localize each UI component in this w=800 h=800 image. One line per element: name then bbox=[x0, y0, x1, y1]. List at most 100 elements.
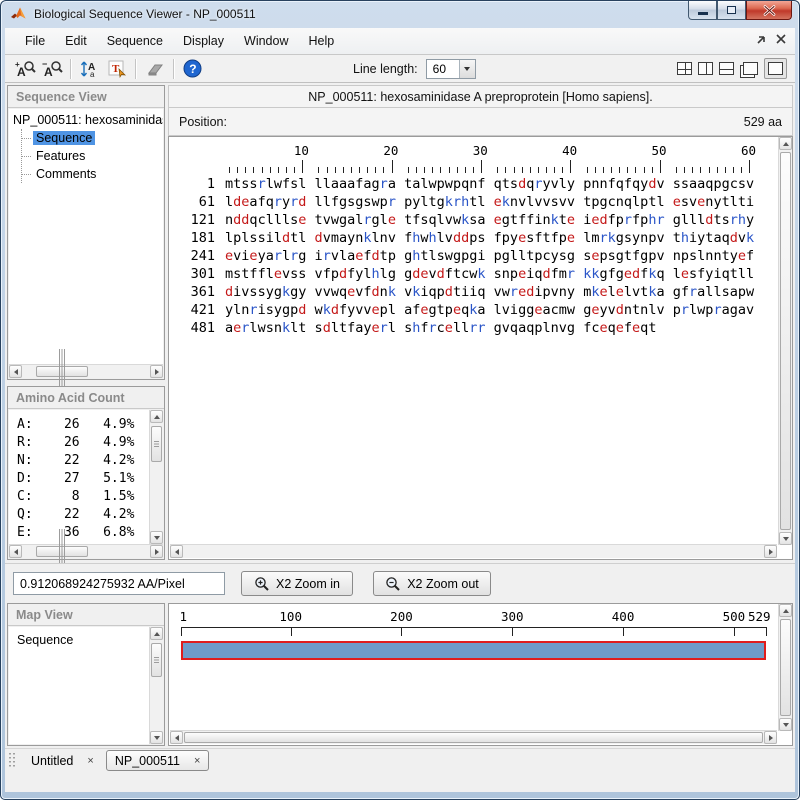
amino-acid-row: E: 36 6.8% bbox=[17, 525, 135, 540]
vertical-scrollbar[interactable] bbox=[778, 137, 792, 545]
scroll-thumb[interactable] bbox=[184, 732, 763, 743]
horizontal-scrollbar[interactable] bbox=[9, 348, 163, 395]
scroll-up-icon[interactable] bbox=[779, 604, 792, 617]
minimize-button[interactable] bbox=[688, 1, 717, 20]
undock-icon[interactable] bbox=[753, 31, 769, 47]
menu-item-display[interactable]: Display bbox=[173, 30, 234, 52]
line-length-label: Line length: bbox=[353, 61, 418, 76]
scroll-down-icon[interactable] bbox=[779, 718, 792, 731]
tree-node-sequence[interactable]: Sequence bbox=[22, 129, 163, 147]
tree-node-comments[interactable]: Comments bbox=[22, 165, 163, 183]
scroll-thumb[interactable] bbox=[780, 619, 791, 716]
format-text-button[interactable]: T bbox=[104, 57, 129, 80]
menu-bar: File Edit Sequence Display Window Help bbox=[5, 28, 795, 55]
line-number: 421 bbox=[190, 302, 215, 318]
map-list-item[interactable]: Sequence bbox=[17, 633, 149, 647]
sequence-row: 61 ldeafqryrd llfgsgswpr pyltgkrhtl eknvl… bbox=[175, 193, 778, 211]
help-button[interactable]: ? bbox=[180, 57, 205, 80]
vertical-scrollbar[interactable] bbox=[149, 410, 163, 544]
title-bar[interactable]: Biological Sequence Viewer - NP_000511 bbox=[0, 0, 800, 28]
scroll-down-icon[interactable] bbox=[779, 532, 792, 545]
vertical-split-icon[interactable] bbox=[698, 62, 713, 75]
menu-item-window[interactable]: Window bbox=[234, 30, 298, 52]
vertical-scrollbar[interactable] bbox=[149, 627, 163, 744]
scroll-up-icon[interactable] bbox=[150, 410, 163, 423]
amino-acid-row: Q: 22 4.2% bbox=[17, 507, 135, 522]
document-tab-bar: Untitled × NP_000511 × bbox=[5, 748, 795, 772]
sequence-map-bar[interactable] bbox=[181, 641, 766, 660]
scroll-down-icon[interactable] bbox=[150, 731, 163, 744]
sequence-view-header: Sequence View bbox=[8, 86, 164, 108]
map-view-header: Map View bbox=[8, 604, 164, 626]
amino-acid-count-body: A: 26 4.9% R: 26 4.9% N: 22 4.2% D: 27 5.1%… bbox=[9, 410, 149, 544]
cascade-windows-icon[interactable] bbox=[743, 62, 758, 75]
vertical-scrollbar[interactable] bbox=[778, 604, 792, 731]
scroll-left-icon[interactable] bbox=[170, 545, 183, 558]
eraser-button[interactable] bbox=[142, 57, 167, 80]
scale-input[interactable]: 0.912068924275932 AA/Pixel bbox=[13, 572, 225, 595]
line-number: 481 bbox=[190, 320, 215, 336]
tree-node-features[interactable]: Features bbox=[22, 147, 163, 165]
scroll-right-icon[interactable] bbox=[150, 545, 163, 558]
scroll-thumb[interactable] bbox=[780, 152, 791, 530]
sequence-text: evieyarlrg irvlaefdtp ghtlswgpgi pglltpc… bbox=[225, 248, 755, 264]
menu-item-help[interactable]: Help bbox=[298, 30, 344, 52]
x2-zoom-out-button[interactable]: X2 Zoom out bbox=[373, 571, 491, 596]
horizontal-scrollbar[interactable] bbox=[9, 528, 163, 575]
scroll-left-icon[interactable] bbox=[9, 365, 22, 378]
scroll-left-icon[interactable] bbox=[170, 731, 183, 744]
sequence-row: 181 lplssildtl dvmaynklnv fhwhlvddps fpye… bbox=[175, 229, 778, 247]
sequence-text: aerlwsnklt sdltfayerl shfrcellrr gvqaqpl… bbox=[225, 320, 657, 336]
zoom-in-font-button[interactable]: + A bbox=[12, 57, 37, 80]
close-panel-icon[interactable] bbox=[773, 31, 789, 47]
tab-grip-handle[interactable] bbox=[9, 752, 17, 769]
close-button[interactable] bbox=[746, 1, 792, 20]
app-window: Biological Sequence Viewer - NP_000511 F… bbox=[0, 0, 800, 800]
grid-layout-icon[interactable] bbox=[677, 62, 692, 75]
menu-item-sequence[interactable]: Sequence bbox=[97, 30, 173, 52]
map-display-area[interactable]: 1 100 200 300 400 500 529 bbox=[168, 603, 793, 746]
scroll-thumb[interactable] bbox=[151, 643, 162, 677]
scroll-down-icon[interactable] bbox=[150, 531, 163, 544]
menu-item-edit[interactable]: Edit bbox=[55, 30, 97, 52]
scroll-right-icon[interactable] bbox=[764, 731, 777, 744]
restore-button[interactable] bbox=[717, 1, 746, 20]
line-number: 181 bbox=[190, 230, 215, 246]
combo-dropdown-button[interactable] bbox=[458, 59, 475, 78]
tab-close-icon[interactable]: × bbox=[194, 755, 200, 766]
line-number: 241 bbox=[190, 248, 215, 264]
tree-root-node[interactable]: NP_000511: hexosaminidase bbox=[13, 113, 163, 127]
tree-node-label: Features bbox=[36, 149, 86, 163]
sequence-row: 301 mstfflevss vfpdfylhlg gdevdftcwk snpe… bbox=[175, 265, 778, 283]
resize-font-button[interactable]: A a bbox=[77, 57, 102, 80]
sequence-display-panel[interactable]: 10 20 30 40 50 60 1 mtssrlwfsl llaaafagra talw… bbox=[168, 136, 793, 560]
amino-acid-row: N: 22 4.2% bbox=[17, 453, 135, 468]
horizontal-split-icon[interactable] bbox=[719, 62, 734, 75]
horizontal-scrollbar[interactable] bbox=[170, 730, 777, 744]
tab-untitled[interactable]: Untitled × bbox=[23, 752, 102, 770]
scroll-up-icon[interactable] bbox=[150, 627, 163, 640]
amino-acid-rows: A: 26 4.9% R: 26 4.9% N: 22 4.2% D: 27 5.1%… bbox=[9, 410, 149, 544]
x2-zoom-in-button[interactable]: X2 Zoom in bbox=[241, 571, 353, 596]
toolbar: + A − A A a T ? Line length: 60 bbox=[5, 55, 795, 83]
amino-acid-count-panel: Amino Acid Count A: 26 4.9% R: 26 4.9% N: … bbox=[7, 386, 165, 575]
toolbar-separator bbox=[173, 58, 174, 79]
scroll-up-icon[interactable] bbox=[779, 137, 792, 150]
zoom-out-font-button[interactable]: − A bbox=[39, 57, 64, 80]
tab-close-icon[interactable]: × bbox=[87, 755, 93, 766]
sequence-row: 1 mtssrlwfsl llaaafagra talwpwpqnf qtsdqr… bbox=[175, 175, 778, 193]
restore-icon bbox=[727, 6, 736, 14]
scroll-thumb[interactable] bbox=[151, 426, 162, 462]
sequence-text: divssygkgy vvwqevfdnk vkiqpdtiiq vwredip… bbox=[225, 284, 755, 300]
map-view-body: Sequence bbox=[9, 627, 149, 744]
horizontal-scrollbar[interactable] bbox=[170, 544, 777, 558]
single-view-selected[interactable] bbox=[764, 58, 787, 79]
line-length-select[interactable]: 60 bbox=[425, 58, 476, 79]
scroll-right-icon[interactable] bbox=[150, 365, 163, 378]
scroll-thumb[interactable] bbox=[36, 348, 88, 395]
scroll-right-icon[interactable] bbox=[764, 545, 777, 558]
scroll-left-icon[interactable] bbox=[9, 545, 22, 558]
menu-item-file[interactable]: File bbox=[15, 30, 55, 52]
toolbar-separator bbox=[135, 58, 136, 79]
tab-np_000511[interactable]: NP_000511 × bbox=[105, 750, 210, 771]
